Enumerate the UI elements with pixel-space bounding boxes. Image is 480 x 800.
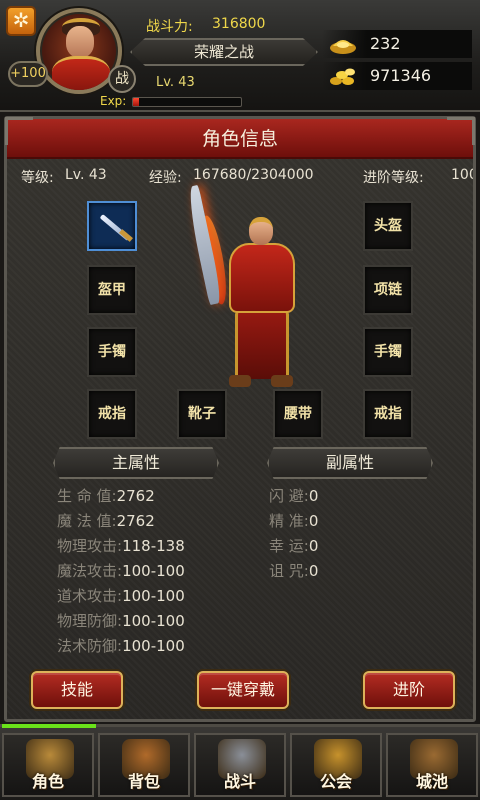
exp-summary-label: 经验: — [149, 170, 182, 186]
top-status-bar: ✲ +100 战 战斗力: 316800 荣耀之战 Lv. 43 Exp: 23… — [0, 0, 480, 112]
attribute-value: 100-100 — [122, 562, 185, 580]
armor-slot[interactable]: 盔甲 — [87, 265, 137, 315]
hero-torso — [229, 243, 295, 313]
sub-attribute-row: 幸 运:0 — [269, 535, 318, 557]
attribute-label: 物理攻击: — [57, 537, 123, 555]
attribute-label: 物理防御: — [57, 612, 123, 630]
advance-button[interactable]: 进阶 — [363, 671, 455, 709]
battle-badge[interactable]: 战 — [108, 65, 136, 93]
avatar-body — [52, 56, 110, 90]
main-attribute-row: 法术防御:100-100 — [57, 635, 185, 657]
helmet-slot[interactable]: 头盔 — [363, 201, 413, 251]
nav-item[interactable]: 战斗 — [194, 733, 286, 797]
hero-head — [249, 217, 273, 245]
nav-item[interactable]: 公会 — [290, 733, 382, 797]
necklace-slot[interactable]: 项链 — [363, 265, 413, 315]
attribute-value: 118-138 — [122, 537, 185, 555]
avatar-face — [66, 26, 94, 58]
bracelet-left-slot[interactable]: 手镯 — [87, 327, 137, 377]
combat-power-label: 战斗力: — [146, 19, 193, 35]
settings-button[interactable]: ✲ — [6, 6, 36, 36]
main-attribute-row: 魔法攻击:100-100 — [57, 560, 185, 582]
boots-slot[interactable]: 靴子 — [177, 389, 227, 439]
exp-summary-value: 167680/2304000 — [193, 167, 314, 183]
level-bonus-badge[interactable]: +100 — [8, 61, 48, 87]
attribute-value: 0 — [308, 512, 319, 530]
skills-button[interactable]: 技能 — [31, 671, 123, 709]
sub-attributes-header: 副属性 — [267, 447, 433, 479]
level-label: 等级: — [21, 170, 54, 186]
main-attributes-header: 主属性 — [53, 447, 219, 479]
advance-level-label: 进阶等级: — [363, 170, 424, 186]
panel-header: 角色信息 — [5, 117, 475, 159]
player-title: 荣耀之战 — [130, 38, 318, 66]
nav-label: 城池 — [415, 772, 448, 791]
gold-ingot-icon — [330, 40, 356, 54]
attribute-label: 法术防御: — [57, 637, 123, 655]
attribute-label: 道术攻击: — [57, 587, 123, 605]
attribute-label: 诅 咒: — [269, 562, 309, 580]
hero-boot — [271, 375, 293, 387]
nav-label: 战斗 — [223, 772, 256, 791]
main-attribute-row: 物理防御:100-100 — [57, 610, 185, 632]
exp-progress-bar — [132, 97, 242, 107]
attribute-value: 100-100 — [122, 612, 185, 630]
level-value: Lv. 43 — [65, 167, 107, 183]
main-attribute-row: 魔 法 值:2762 — [57, 510, 155, 532]
nav-label: 角色 — [31, 772, 64, 791]
nav-item[interactable]: 背包 — [98, 733, 190, 797]
attribute-label: 闪 避: — [269, 487, 309, 505]
ring-right-slot[interactable]: 戒指 — [363, 389, 413, 439]
nav-label: 背包 — [127, 772, 160, 791]
attribute-label: 生 命 值: — [57, 487, 117, 505]
weapon-slot[interactable] — [87, 201, 137, 251]
attribute-value: 100-100 — [122, 587, 185, 605]
player-level: Lv. 43 — [156, 75, 195, 90]
hero-legs — [235, 309, 289, 379]
bracelet-right-slot[interactable]: 手镯 — [363, 327, 413, 377]
coin-value: 971346 — [370, 66, 432, 85]
main-attribute-row: 道术攻击:100-100 — [57, 585, 185, 607]
exp-progress-fill — [133, 98, 140, 106]
panel-title: 角色信息 — [201, 128, 278, 150]
hero-boot — [229, 375, 251, 387]
attribute-label: 幸 运: — [269, 537, 309, 555]
combat-power-value: 316800 — [212, 16, 266, 32]
attribute-label: 魔 法 值: — [57, 512, 117, 530]
gold-value: 232 — [370, 34, 401, 53]
ring-left-slot[interactable]: 戒指 — [87, 389, 137, 439]
attribute-label: 精 准: — [269, 512, 309, 530]
attribute-value: 0 — [308, 562, 319, 580]
attribute-value: 0 — [308, 487, 319, 505]
attribute-value: 2762 — [116, 512, 155, 530]
nav-item[interactable]: 城池 — [386, 733, 478, 797]
exp-label: Exp: — [100, 94, 127, 108]
sub-attribute-row: 精 准:0 — [269, 510, 318, 532]
attribute-value: 0 — [308, 537, 319, 555]
coin-pile-icon — [330, 68, 355, 85]
hero-character-model — [183, 184, 323, 395]
equip-all-button[interactable]: 一键穿戴 — [197, 671, 289, 709]
gear-icon: ✲ — [12, 8, 30, 32]
main-attribute-row: 物理攻击:118-138 — [57, 535, 185, 557]
attribute-label: 魔法攻击: — [57, 562, 123, 580]
nav-label: 公会 — [319, 772, 352, 791]
sub-attribute-row: 闪 避:0 — [269, 485, 318, 507]
sub-attribute-row: 诅 咒:0 — [269, 560, 318, 582]
nav-active-indicator — [2, 724, 96, 728]
gold-currency[interactable]: 232 — [322, 30, 472, 58]
coin-currency[interactable]: 971346 — [322, 62, 472, 90]
main-attribute-row: 生 命 值:2762 — [57, 485, 155, 507]
advance-level-value: 100 — [451, 167, 473, 183]
belt-slot[interactable]: 腰带 — [273, 389, 323, 439]
nav-item[interactable]: 角色 — [2, 733, 94, 797]
attribute-value: 100-100 — [122, 637, 185, 655]
character-info-panel: 角色信息 等级: Lv. 43 经验: 167680/2304000 进阶等级:… — [4, 116, 476, 722]
attribute-value: 2762 — [116, 487, 155, 505]
combat-power: 战斗力: 316800 — [128, 16, 308, 36]
